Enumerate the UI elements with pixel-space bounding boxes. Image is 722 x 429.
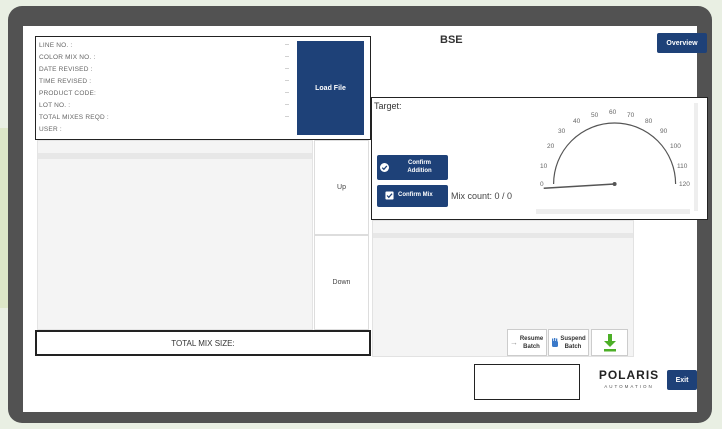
info-date-revised: DATE REVISED : bbox=[39, 66, 93, 73]
checkbox-icon bbox=[385, 191, 394, 200]
gauge-pivot bbox=[612, 182, 617, 186]
info-lot-no-value: -- bbox=[285, 102, 289, 108]
target-horizontal-scrollbar[interactable] bbox=[536, 209, 690, 214]
suspend-batch-line1: Suspend bbox=[560, 336, 586, 342]
resume-batch-line1: Resume bbox=[519, 336, 544, 342]
info-color-mix-no-value: -- bbox=[285, 54, 289, 60]
confirm-addition-button[interactable]: Confirm Addition bbox=[377, 155, 448, 180]
download-button[interactable] bbox=[591, 329, 628, 356]
gauge-tick-60: 60 bbox=[609, 109, 617, 116]
arrow-right-icon: → bbox=[510, 338, 518, 347]
info-time-revised-value: -- bbox=[285, 78, 289, 84]
gauge-tick-70: 70 bbox=[627, 112, 635, 119]
gauge-tick-100: 100 bbox=[670, 143, 681, 150]
target-vertical-scrollbar[interactable] bbox=[694, 103, 698, 211]
confirm-mix-button[interactable]: Confirm Mix bbox=[377, 185, 448, 207]
confirm-addition-line2: Addition bbox=[407, 168, 432, 174]
logo-sub: AUTOMATION bbox=[604, 384, 654, 389]
info-total-mixes-value: -- bbox=[285, 114, 289, 120]
info-user: USER : bbox=[39, 126, 62, 133]
suspend-batch-button[interactable]: Suspend Batch bbox=[548, 329, 589, 356]
check-circle-icon bbox=[380, 163, 389, 172]
list-header bbox=[38, 153, 312, 159]
suspend-batch-line2: Batch bbox=[564, 344, 582, 350]
gauge-tick-10: 10 bbox=[540, 163, 548, 170]
confirm-mix-label: Confirm Mix bbox=[398, 192, 433, 198]
info-line-no-value: -- bbox=[285, 42, 289, 48]
color-list-panel[interactable] bbox=[37, 140, 313, 330]
info-color-mix-no: COLOR MIX NO. : bbox=[39, 54, 96, 61]
gauge-tick-120: 120 bbox=[679, 181, 690, 188]
page-title: BSE bbox=[440, 34, 463, 46]
info-time-revised: TIME REVISED : bbox=[39, 78, 92, 85]
load-file-button[interactable]: Load File bbox=[297, 41, 364, 135]
gauge-tick-30: 30 bbox=[558, 128, 566, 135]
additions-header bbox=[373, 233, 633, 238]
polaris-logo: POLARIS AUTOMATION bbox=[596, 368, 662, 394]
target-label: Target: bbox=[374, 101, 402, 111]
info-product-code: PRODUCT CODE: bbox=[39, 90, 97, 97]
resume-batch-button[interactable]: → Resume Batch bbox=[507, 329, 547, 356]
gauge-tick-90: 90 bbox=[660, 128, 668, 135]
gauge-tick-0: 0 bbox=[540, 181, 544, 188]
exit-button[interactable]: Exit bbox=[667, 370, 697, 390]
gauge-tick-110: 110 bbox=[677, 163, 688, 170]
total-mix-size: TOTAL MIX SIZE: bbox=[35, 330, 371, 356]
info-product-code-value: -- bbox=[285, 90, 289, 96]
logo-name: POLARIS bbox=[598, 368, 660, 382]
resume-batch-line2: Batch bbox=[523, 344, 540, 350]
info-line-no: LINE NO. : bbox=[39, 42, 73, 49]
gauge-tick-50: 50 bbox=[591, 112, 599, 119]
info-total-mixes: TOTAL MIXES REQD : bbox=[39, 114, 109, 121]
gauge-tick-20: 20 bbox=[547, 143, 555, 150]
gauge-tick-80: 80 bbox=[645, 118, 653, 125]
down-button[interactable]: Down bbox=[314, 235, 369, 330]
overview-button[interactable]: Overview bbox=[657, 33, 707, 53]
hand-icon bbox=[552, 338, 558, 347]
confirm-addition-line1: Confirm bbox=[408, 160, 431, 166]
up-button[interactable]: Up bbox=[314, 140, 369, 235]
download-icon bbox=[604, 334, 616, 352]
gauge-tick-40: 40 bbox=[573, 118, 581, 125]
gauge-needle bbox=[543, 183, 615, 190]
info-date-revised-value: -- bbox=[285, 66, 289, 72]
message-box bbox=[474, 364, 580, 400]
mix-count: Mix count: 0 / 0 bbox=[451, 191, 513, 201]
info-lot-no: LOT NO. : bbox=[39, 102, 71, 109]
